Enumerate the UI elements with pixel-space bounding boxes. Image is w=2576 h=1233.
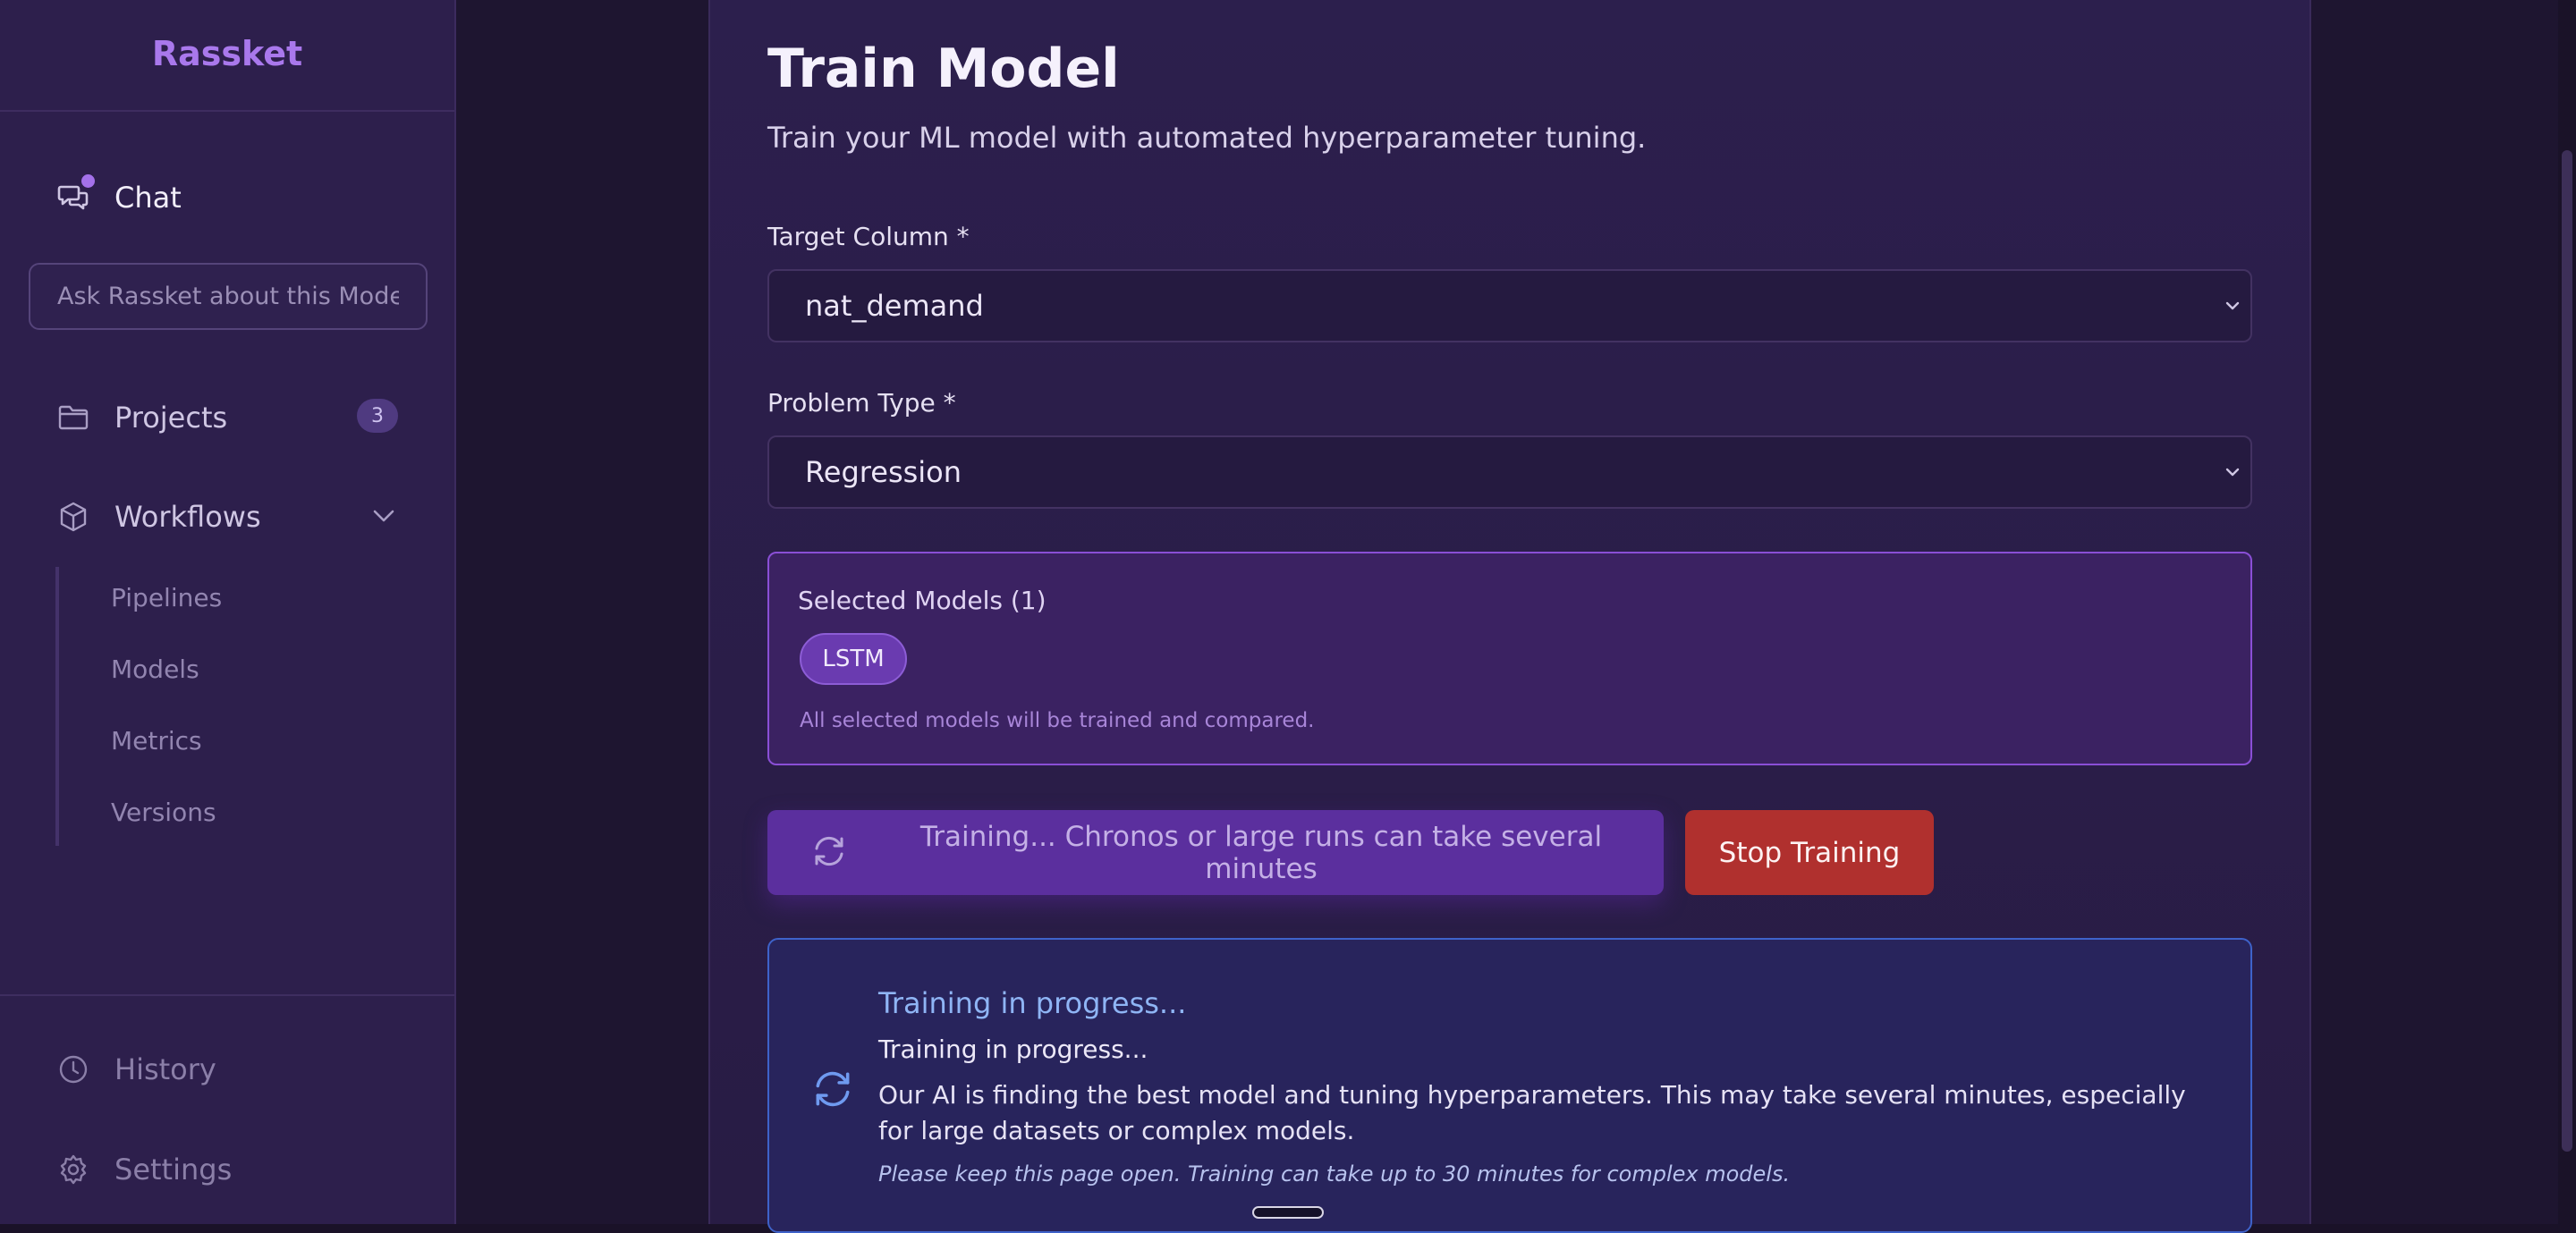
target-column-value: nat_demand xyxy=(805,289,984,323)
chat-icon xyxy=(57,174,95,214)
sidebar-item-label: Chat xyxy=(114,181,182,215)
sidebar-item-history[interactable]: History xyxy=(57,1052,216,1086)
target-column-select[interactable]: nat_demand xyxy=(767,269,2252,342)
page-title: Train Model xyxy=(767,38,1120,100)
clock-icon xyxy=(57,1053,89,1085)
selected-models-note: All selected models will be trained and … xyxy=(800,709,1315,732)
brand-header: Rassket xyxy=(0,0,454,112)
sidebar-subitem-metrics[interactable]: Metrics xyxy=(111,726,202,756)
sidebar-item-label: History xyxy=(114,1052,216,1086)
sidebar-item-label: Projects xyxy=(114,401,228,435)
selected-models-title: Selected Models (1) xyxy=(798,586,1046,615)
sidebar-item-label: Workflows xyxy=(114,500,261,534)
problem-type-select[interactable]: Regression xyxy=(767,435,2252,509)
progress-status: Training in progress... xyxy=(878,1035,1148,1064)
target-column-label: Target Column * xyxy=(767,222,970,251)
model-chip-lstm[interactable]: LSTM xyxy=(800,633,907,685)
ask-rassket-input[interactable] xyxy=(29,263,428,330)
workflows-chevron-down-icon[interactable] xyxy=(371,503,396,528)
page-subtitle: Train your ML model with automated hyper… xyxy=(767,121,1647,155)
sidebar-subitem-models[interactable]: Models xyxy=(111,655,199,684)
sidebar-item-settings[interactable]: Settings xyxy=(57,1153,232,1187)
problem-type-value: Regression xyxy=(805,455,962,489)
sidebar: Rassket Chat Projects 3 xyxy=(0,0,456,1224)
home-indicator xyxy=(1252,1206,1324,1219)
sidebar-item-workflows[interactable]: Workflows xyxy=(57,500,261,534)
training-progress-panel: Training in progress... Training in prog… xyxy=(767,938,2252,1233)
selected-models-panel: Selected Models (1) LSTM All selected mo… xyxy=(767,552,2252,765)
cube-icon xyxy=(57,501,89,533)
refresh-icon xyxy=(810,1067,855,1115)
sidebar-item-label: Settings xyxy=(114,1153,233,1187)
projects-count-badge: 3 xyxy=(357,399,398,433)
progress-description: Our AI is finding the best model and tun… xyxy=(878,1080,2186,1145)
sidebar-item-chat[interactable]: Chat xyxy=(57,174,182,215)
progress-note: Please keep this page open. Training can… xyxy=(878,1161,1791,1187)
submenu-divider xyxy=(55,567,59,846)
folder-icon xyxy=(57,401,89,434)
sidebar-subitem-pipelines[interactable]: Pipelines xyxy=(111,583,222,612)
notification-dot xyxy=(81,174,95,188)
stop-training-button[interactable]: Stop Training xyxy=(1685,810,1934,895)
gear-icon xyxy=(57,1153,89,1186)
scrollbar-thumb[interactable] xyxy=(2562,150,2572,1152)
train-button[interactable]: Training... Chronos or large runs can ta… xyxy=(767,810,1664,895)
train-button-label: Training... Chronos or large runs can ta… xyxy=(919,820,1603,885)
problem-type-label: Problem Type * xyxy=(767,388,956,418)
progress-title: Training in progress... xyxy=(878,986,1187,1020)
chevron-down-icon xyxy=(2224,294,2241,321)
brand-logo-text[interactable]: Rassket xyxy=(152,34,302,73)
sidebar-subitem-versions[interactable]: Versions xyxy=(111,798,216,827)
refresh-icon xyxy=(810,832,848,874)
sidebar-item-projects[interactable]: Projects xyxy=(57,401,227,435)
chevron-down-icon xyxy=(2224,460,2241,487)
sidebar-divider xyxy=(0,994,454,996)
